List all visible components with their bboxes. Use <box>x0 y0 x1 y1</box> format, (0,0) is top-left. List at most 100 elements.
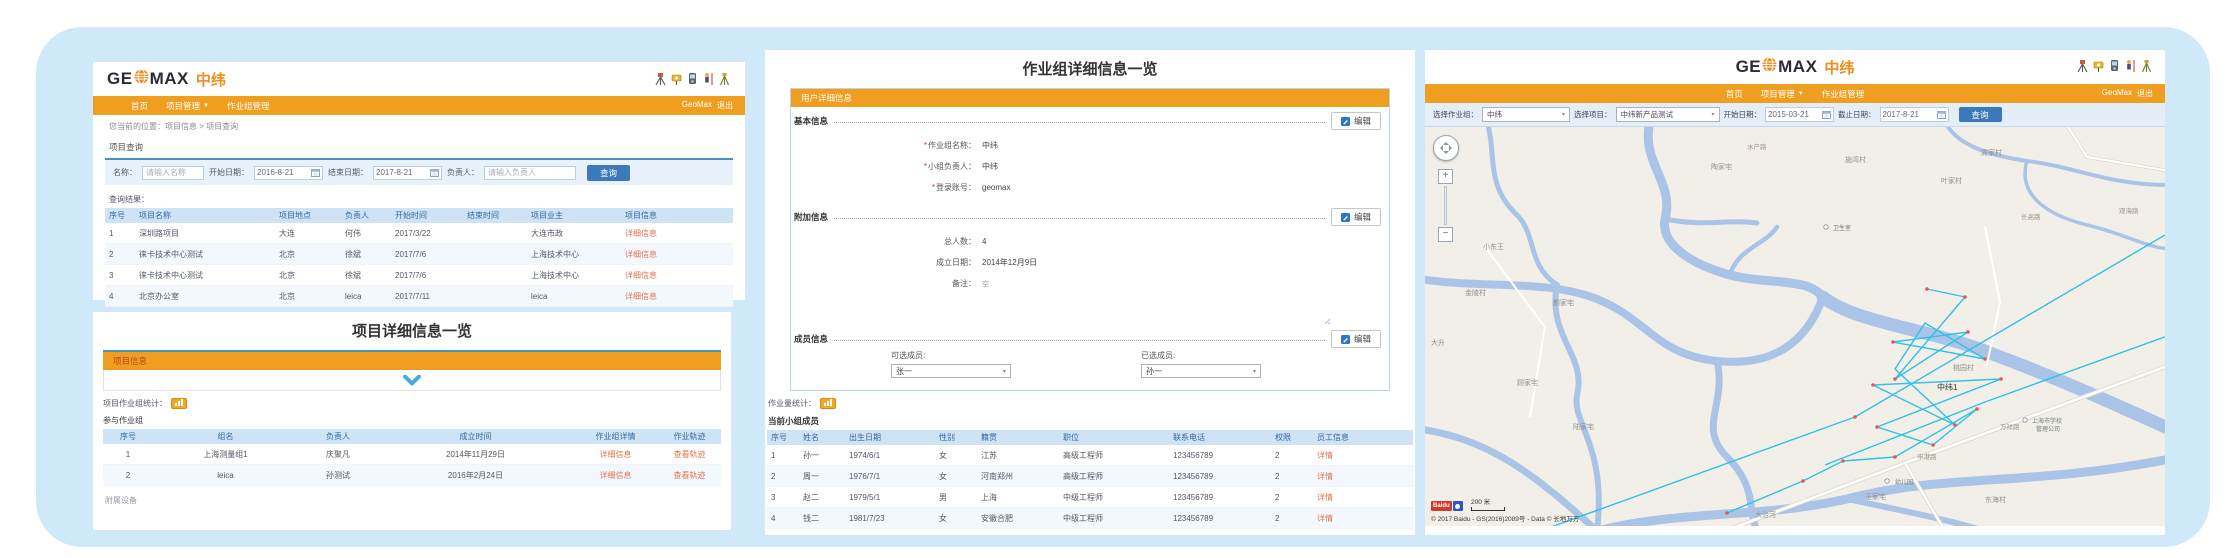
table-link[interactable]: 详情 <box>1317 493 1333 502</box>
table-link[interactable]: 详细信息 <box>625 250 657 259</box>
end-date-label: 结束日期： <box>328 167 368 178</box>
search-button[interactable]: 查询 <box>587 165 630 181</box>
track-label: 中纬1 <box>1937 382 1958 392</box>
nav-project-management[interactable]: 项目管理▼ <box>1761 88 1804 100</box>
table-row: 4北京办公室北京leica2017/7/11leica详细信息 <box>105 286 733 307</box>
owner-input[interactable] <box>484 166 576 180</box>
edit-pencil-icon <box>1341 335 1350 344</box>
start-date-input[interactable] <box>257 168 309 177</box>
table-link[interactable]: 查看轨迹 <box>674 450 706 459</box>
selected-members-label: 已选成员: <box>1141 350 1261 361</box>
column-header: 作业组详情 <box>573 429 658 444</box>
end-date-input[interactable] <box>1883 110 1935 119</box>
table-link[interactable]: 详细信息 <box>625 229 657 238</box>
map-pan-control[interactable] <box>1433 135 1459 161</box>
column-header: 负责人 <box>298 429 378 444</box>
start-date-label: 开始日期： <box>209 167 249 178</box>
start-date-input[interactable] <box>1768 110 1820 119</box>
table-row: 1孙一1974/6/1女江苏高级工程师1234567892详情 <box>767 445 1413 466</box>
username: GeoMax <box>2102 88 2132 99</box>
chevron-down-icon: ▾ <box>1003 368 1006 375</box>
column-header: 开始时间 <box>391 208 463 223</box>
table-link[interactable]: 详细信息 <box>625 271 657 280</box>
chevron-down-icon[interactable] <box>402 375 422 386</box>
map-label: 东海村 <box>1985 495 2006 504</box>
nav-home[interactable]: 首页 <box>131 100 148 112</box>
logo-text-max: MAX <box>150 69 189 89</box>
column-header: 序号 <box>105 208 135 223</box>
map-viewport[interactable]: 中纬1 小东王金陵村大升颜家宅顾家宅陆家宅陶家宅水产路施湾村叶家村周家村长高路观… <box>1425 127 2165 526</box>
workgroups-table: 序号组名负责人成立时间作业组详情作业轨迹 1上海测量组1庆聚凡2014年11月2… <box>103 429 721 486</box>
logout-link[interactable]: 退出 <box>717 100 733 111</box>
column-header: 组名 <box>153 429 298 444</box>
calendar-icon[interactable] <box>1937 110 1946 119</box>
table-link[interactable]: 详情 <box>1317 451 1333 460</box>
poi-icon <box>2023 418 2027 422</box>
bar-chart-icon[interactable] <box>820 398 836 409</box>
controller-icon <box>686 72 699 86</box>
zoom-slider[interactable] <box>1444 186 1447 225</box>
available-members-select[interactable]: 张一 ▾ <box>891 364 1011 378</box>
field-total: 总人数： 4 <box>791 236 1389 247</box>
field-account: *登录账号： geomax <box>791 182 1389 193</box>
logo-text-max: MAX <box>1778 57 1817 77</box>
instrument-icons <box>654 72 731 86</box>
table-row: 2leica孙测试2016年2月24日详细信息查看轨迹 <box>103 465 721 486</box>
map-scale: 200 米 <box>1471 496 1505 511</box>
table-header-row: 序号姓名出生日期性别籍贯职位联系电话权限员工信息 <box>767 430 1413 445</box>
table-row: 2徕卡技术中心测试北京徐斌2017/7/6上海技术中心详细信息 <box>105 244 733 265</box>
logout-link[interactable]: 退出 <box>2137 88 2153 99</box>
start-date-field[interactable] <box>1765 107 1834 122</box>
workload-stats-line: 作业量统计： <box>765 391 1415 411</box>
group-select[interactable]: 中纬▾ <box>1482 107 1570 122</box>
table-link[interactable]: 详细信息 <box>625 292 657 301</box>
textarea-resize-handle[interactable] <box>791 299 1389 325</box>
bar-chart-icon[interactable] <box>171 398 187 409</box>
table-row: 3赵二1979/5/1男上海中级工程师1234567892详情 <box>767 487 1413 508</box>
zoom-in-button[interactable]: + <box>1438 169 1453 184</box>
start-date-field[interactable] <box>254 166 323 180</box>
column-header: 权限 <box>1271 430 1313 445</box>
group-select-label: 选择作业组： <box>1433 109 1478 120</box>
end-date-input[interactable] <box>376 168 428 177</box>
table-link[interactable]: 详情 <box>1317 472 1333 481</box>
section-basic: 基本信息 编辑 <box>791 107 1389 130</box>
end-date-field[interactable] <box>1880 107 1949 122</box>
column-header: 作业轨迹 <box>658 429 721 444</box>
nav-user-area[interactable]: GeoMax退出 <box>682 100 733 111</box>
edit-extra-button[interactable]: 编辑 <box>1331 208 1381 226</box>
name-label: 名称： <box>113 167 137 178</box>
table-link[interactable]: 查看轨迹 <box>674 471 706 480</box>
members-table: 序号姓名出生日期性别籍贯职位联系电话权限员工信息 1孙一1974/6/1女江苏高… <box>767 430 1413 529</box>
groups-label: 参与作业组 <box>93 411 731 429</box>
main-nav: 首页 项目管理▼ 作业组管理 GeoMax 退出 <box>1425 84 2165 103</box>
zoom-out-button[interactable]: − <box>1438 227 1453 242</box>
edit-basic-button[interactable]: 编辑 <box>1331 112 1381 130</box>
column-header: 职位 <box>1059 430 1169 445</box>
table-link[interactable]: 详细信息 <box>600 450 632 459</box>
river-layer <box>1425 127 2165 526</box>
edit-member-button[interactable]: 编辑 <box>1331 330 1381 348</box>
end-date-field[interactable] <box>373 166 442 180</box>
calendar-icon[interactable] <box>1822 110 1831 119</box>
map-canvas: 中纬1 小东王金陵村大升颜家宅顾家宅陆家宅陶家宅水产路施湾村叶家村周家村长高路观… <box>1425 127 2165 526</box>
nav-workgroup-management[interactable]: 作业组管理 <box>1822 88 1865 100</box>
project-select[interactable]: 中纬新产品测试▾ <box>1616 107 1720 122</box>
name-input[interactable] <box>142 166 204 180</box>
nav-home[interactable]: 首页 <box>1726 88 1743 100</box>
calendar-icon[interactable] <box>430 168 439 177</box>
calendar-icon[interactable] <box>311 168 320 177</box>
nav-project-management[interactable]: 项目管理▼ <box>166 100 209 112</box>
dotted-rule <box>834 116 1325 123</box>
nav-workgroup-management[interactable]: 作业组管理 <box>227 100 270 112</box>
section-member: 成员信息 编辑 <box>791 325 1389 348</box>
edit-pencil-icon <box>1341 117 1350 126</box>
nav-user-area[interactable]: GeoMax 退出 <box>2102 88 2153 99</box>
search-button[interactable]: 查询 <box>1959 107 2002 122</box>
table-link[interactable]: 详细信息 <box>600 471 632 480</box>
selected-members-select[interactable]: 孙一 ▾ <box>1141 364 1261 378</box>
controller-icon <box>2108 59 2121 73</box>
table-link[interactable]: 详情 <box>1317 514 1333 523</box>
expand-collapse-row[interactable] <box>103 370 721 391</box>
column-header: 出生日期 <box>845 430 935 445</box>
